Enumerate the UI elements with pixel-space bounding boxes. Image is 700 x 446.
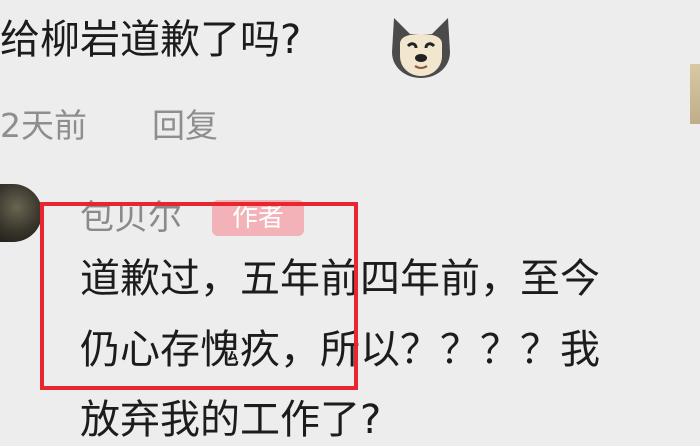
comment-text: 给柳岩道歉了吗? <box>0 17 302 63</box>
reply-button[interactable]: 回复 <box>152 106 218 146</box>
avatar[interactable] <box>0 184 42 242</box>
comment-timestamp: 2天前 <box>0 106 87 145</box>
doge-icon <box>392 18 450 78</box>
edge-thumbnail <box>690 64 700 124</box>
highlight-box <box>40 202 358 390</box>
reply-line: 放弃我的工作了? <box>80 397 382 443</box>
